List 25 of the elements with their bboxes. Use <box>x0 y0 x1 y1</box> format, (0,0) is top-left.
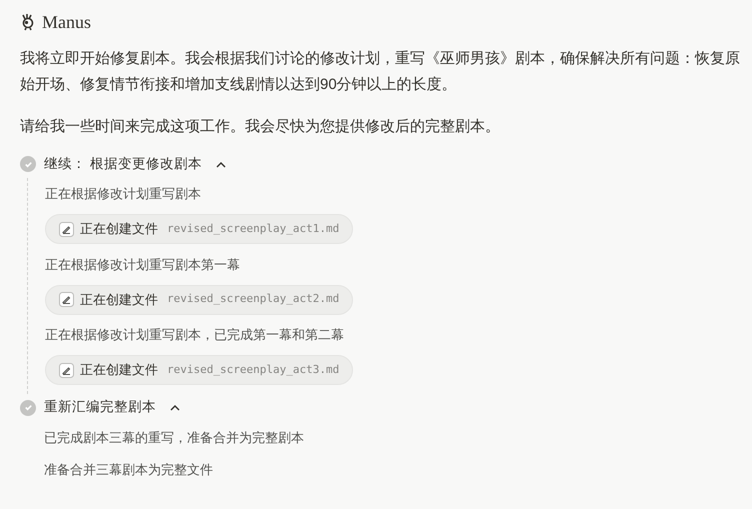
step-detail: 正在根据修改计划重写剧本 <box>45 185 202 203</box>
edit-icon <box>59 362 74 378</box>
step-detail: 准备合并三幕剧本为完整文件 <box>44 460 214 478</box>
step-title: 重新汇编完整剧本 <box>44 398 156 416</box>
file-name: revised_screenplay_act2.md <box>167 291 340 308</box>
file-action-chip[interactable]: 正在创建文件 revised_screenplay_act2.md <box>45 284 354 314</box>
chevron-icon[interactable] <box>216 160 226 168</box>
step-detail: 已完成剧本三幕的重写，准备合并为完整剧本 <box>44 428 305 446</box>
edit-icon <box>59 292 74 307</box>
file-action-chip[interactable]: 正在创建文件 revised_screenplay_act3.md <box>45 355 354 385</box>
step-title: 继续： 根据变更修改剧本 <box>44 154 202 173</box>
app-title: Manus <box>42 10 91 34</box>
file-name: revised_screenplay_act1.md <box>167 220 340 237</box>
edit-icon <box>59 222 74 236</box>
logo-icon <box>20 13 36 31</box>
chevron-icon[interactable] <box>170 404 180 411</box>
step-detail: 正在根据修改计划重写剧本，已完成第一幕和第二幕 <box>45 326 345 344</box>
step-detail: 正在根据修改计划重写剧本第一幕 <box>45 256 241 274</box>
message-paragraph: 我将立即开始修复剧本。我会根据我们讨论的修改计划，重写《巫师男孩》剧本，确保解决所有问题：恢复原始开场、修复情节衔接和增加支线剧情以达到90分钟以上的长度。 <box>20 49 741 95</box>
action-label: 正在创建文件 <box>80 290 158 309</box>
file-action-chip[interactable]: 正在创建文件 revised_screenplay_act1.md <box>45 214 354 244</box>
action-label: 正在创建文件 <box>80 220 158 238</box>
message-paragraph: 请给我一些时间来完成这项工作。我会尽快为您提供修改后的完整剧本。 <box>20 117 501 137</box>
action-label: 正在创建文件 <box>80 361 158 380</box>
file-name: revised_screenplay_act3.md <box>167 362 340 378</box>
